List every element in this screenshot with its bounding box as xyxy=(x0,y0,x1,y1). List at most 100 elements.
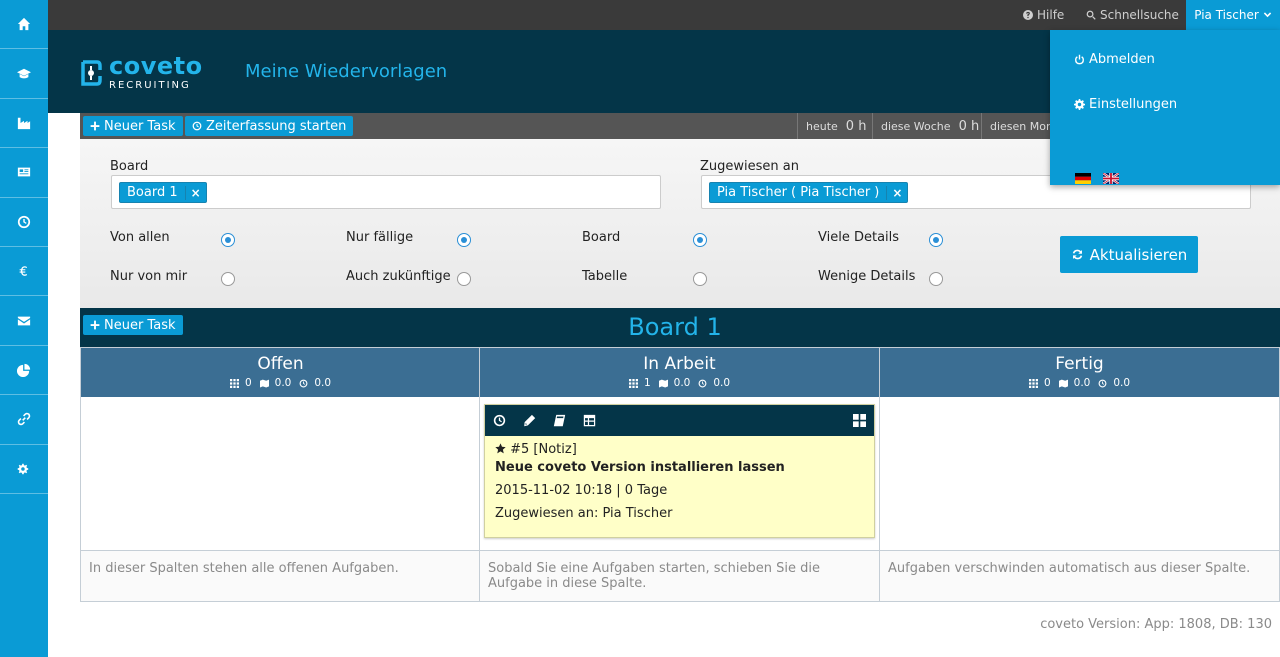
sidebar-item-time[interactable] xyxy=(0,198,48,247)
stat-today-value: 0 h xyxy=(845,118,867,134)
book-icon[interactable] xyxy=(553,414,566,427)
clock-icon xyxy=(299,379,308,387)
gear-icon xyxy=(1074,99,1085,110)
logo-subtitle: RECRUITING xyxy=(109,80,191,91)
refresh-button[interactable]: Aktualisieren xyxy=(1060,236,1198,273)
column-dropzone[interactable] xyxy=(880,397,1279,551)
board-filter-label: Board xyxy=(110,159,149,174)
hours-value: 0.0 xyxy=(673,377,691,389)
time-spent: 0.0 xyxy=(299,377,331,389)
option-only-mine-label: Nur von mir xyxy=(110,269,188,284)
clock-icon xyxy=(17,215,31,228)
column-stats: 1 0.0 0.0 xyxy=(480,377,879,389)
kanban-board: Offen 0 0.0 0.0 In dieser Spalten stehen… xyxy=(80,347,1280,602)
hours-value: 0.0 xyxy=(274,377,292,389)
user-dropdown: Abmelden Einstellungen xyxy=(1050,30,1280,185)
time-spent: 0.0 xyxy=(698,377,730,389)
help-link[interactable]: Hilfe xyxy=(1023,0,1064,30)
start-timer-button[interactable]: Zeiterfassung starten xyxy=(185,116,354,136)
th-icon xyxy=(1028,378,1038,388)
option-from-all-label: Von allen xyxy=(110,230,170,245)
pie-chart-icon xyxy=(17,363,31,377)
hours-estimate: 0.0 xyxy=(1058,377,1090,389)
column-open: Offen 0 0.0 0.0 In dieser Spalten stehen… xyxy=(80,347,480,602)
pencil-icon[interactable] xyxy=(523,414,536,427)
column-title: Fertig xyxy=(1055,354,1104,374)
option-only-mine-radio[interactable] xyxy=(221,272,235,286)
sidebar-item-finance[interactable] xyxy=(0,247,48,297)
option-few-details-label: Wenige Details xyxy=(818,269,916,284)
option-future-too-radio[interactable] xyxy=(457,272,471,286)
time-value: 0.0 xyxy=(713,377,731,389)
logo-mark-icon xyxy=(81,59,102,86)
sidebar-item-mail[interactable] xyxy=(0,296,48,346)
stat-week-label: diese Woche xyxy=(881,119,951,133)
envelope-icon xyxy=(17,316,31,325)
time-value: 0.0 xyxy=(314,377,332,389)
time-spent: 0.0 xyxy=(1098,377,1130,389)
task-id-line: #5 [Notiz] xyxy=(495,442,577,457)
task-title: Neue coveto Version installieren lassen xyxy=(495,460,785,475)
euro-icon xyxy=(19,266,28,276)
coveto-logo[interactable]: coveto RECRUITING xyxy=(79,54,203,91)
board-select[interactable]: Board 1 × xyxy=(111,175,661,209)
option-many-details-radio[interactable] xyxy=(929,233,943,247)
logout-item[interactable]: Abmelden xyxy=(1074,52,1155,67)
sidebar-item-reports[interactable] xyxy=(0,346,48,396)
grid-icon[interactable] xyxy=(853,414,866,427)
option-table-radio[interactable] xyxy=(693,272,707,286)
stat-today: heute 0 h xyxy=(797,113,866,139)
board-bar: Neuer Task Board 1 xyxy=(80,308,1280,347)
power-icon xyxy=(1075,54,1084,65)
option-board-radio[interactable] xyxy=(693,233,707,247)
option-board-label: Board xyxy=(582,230,621,245)
option-future-too-label: Auch zukünftige xyxy=(346,269,451,284)
sidebar-item-admin[interactable] xyxy=(0,445,48,494)
assigned-tag-remove[interactable]: × xyxy=(886,185,907,200)
stat-today-label: heute xyxy=(806,119,838,133)
graduation-cap-icon xyxy=(17,68,31,78)
option-table-label: Tabelle xyxy=(582,269,628,284)
quicksearch-link[interactable]: Schnellsuche xyxy=(1086,0,1179,30)
column-dropzone[interactable] xyxy=(81,397,480,551)
task-count: 0 xyxy=(1028,377,1051,389)
clock-icon xyxy=(698,379,707,387)
board-tag-remove[interactable]: × xyxy=(184,185,206,200)
sidebar-item-links[interactable] xyxy=(0,395,48,445)
option-only-due-radio[interactable] xyxy=(457,233,471,247)
factory-icon xyxy=(17,117,31,130)
task-count: 1 xyxy=(628,377,651,389)
new-task-button[interactable]: Neuer Task xyxy=(83,116,183,136)
column-header: Offen 0 0.0 0.0 xyxy=(81,347,480,397)
board-title: Board 1 xyxy=(628,313,722,341)
logout-label: Abmelden xyxy=(1089,52,1155,67)
sidebar-item-home[interactable] xyxy=(0,0,48,50)
uk-flag-icon[interactable] xyxy=(1103,173,1119,184)
sidebar-item-news[interactable] xyxy=(0,148,48,198)
table-icon[interactable] xyxy=(583,414,596,427)
option-many-details-label: Viele Details xyxy=(818,230,900,245)
option-few-details-radio[interactable] xyxy=(929,272,943,286)
task-card[interactable]: #5 [Notiz] Neue coveto Version installie… xyxy=(484,404,875,538)
user-name: Pia Tischer xyxy=(1194,8,1259,22)
map-icon xyxy=(1058,379,1068,387)
clock-icon[interactable] xyxy=(493,414,506,427)
cogs-icon xyxy=(17,463,29,474)
sidebar-item-education[interactable] xyxy=(0,49,48,99)
clock-icon xyxy=(192,121,202,131)
user-menu-button[interactable]: Pia Tischer xyxy=(1186,0,1280,30)
plus-icon xyxy=(90,121,100,131)
start-timer-label: Zeiterfassung starten xyxy=(206,118,347,134)
sidebar-item-companies[interactable] xyxy=(0,99,48,149)
option-from-all-radio[interactable] xyxy=(221,233,235,247)
th-icon xyxy=(628,378,638,388)
de-flag-icon[interactable] xyxy=(1075,173,1091,184)
column-done: Fertig 0 0.0 0.0 Aufgaben verschwinden a… xyxy=(879,347,1280,602)
task-count-value: 0 xyxy=(1043,377,1051,389)
task-card-toolbar xyxy=(485,405,874,436)
settings-item[interactable]: Einstellungen xyxy=(1074,97,1177,112)
column-hint: Sobald Sie eine Aufgaben starten, schieb… xyxy=(480,551,879,602)
column-dropzone[interactable]: #5 [Notiz] Neue coveto Version installie… xyxy=(480,397,879,551)
column-title: Offen xyxy=(257,354,304,374)
column-stats: 0 0.0 0.0 xyxy=(81,377,480,389)
